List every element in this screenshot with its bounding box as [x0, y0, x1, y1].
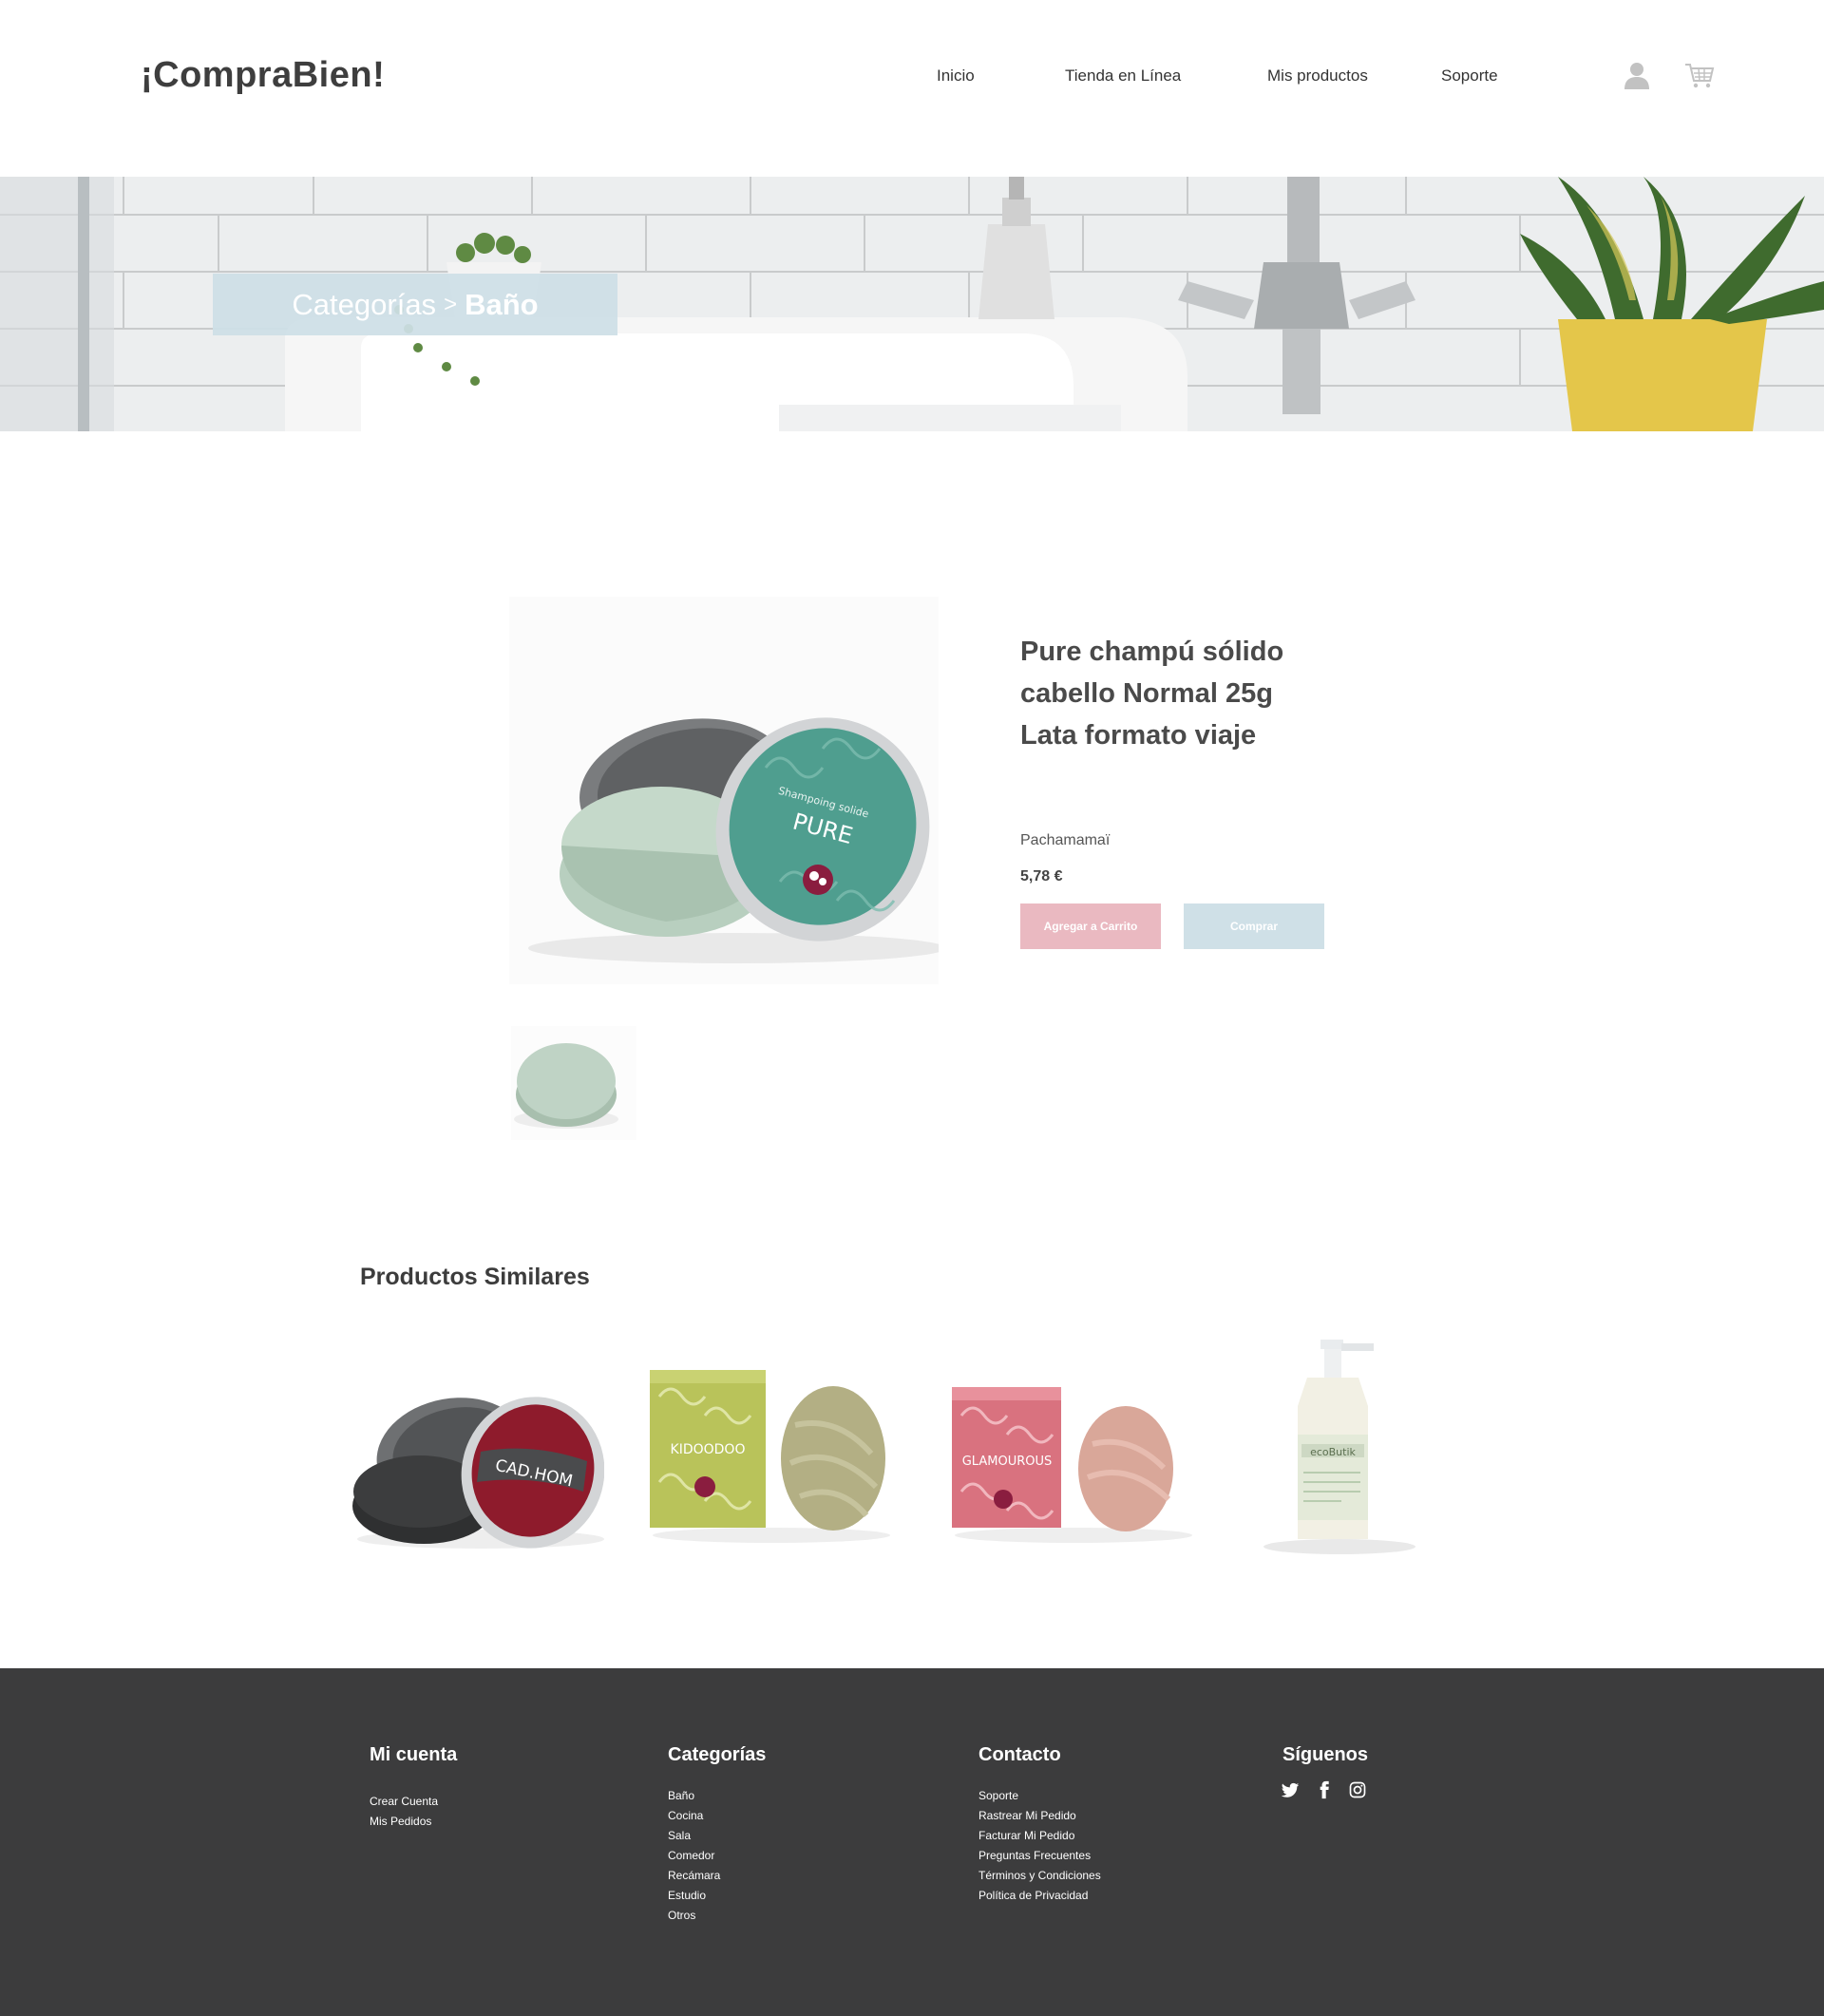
similar-product-card[interactable]: GLAMOUROUS [940, 1340, 1197, 1558]
footer-link-category[interactable]: Recámara [668, 1866, 720, 1886]
twitter-icon[interactable] [1281, 1780, 1300, 1799]
footer-list-categorias: Baño Cocina Sala Comedor Recámara Estudi… [668, 1786, 720, 1926]
buy-button[interactable]: Comprar [1184, 903, 1324, 949]
footer-link-category[interactable]: Baño [668, 1786, 720, 1806]
user-icon[interactable] [1621, 59, 1653, 91]
footer-link-privacidad[interactable]: Política de Privacidad [978, 1886, 1101, 1906]
footer-heading-contacto: Contacto [978, 1744, 1061, 1765]
product-title: Pure champú sólido cabello Normal 25g La… [1020, 631, 1362, 756]
footer-link-soporte[interactable]: Soporte [978, 1786, 1101, 1806]
nav-soporte[interactable]: Soporte [1441, 67, 1498, 86]
nav-inicio[interactable]: Inicio [937, 67, 975, 86]
footer-link-category[interactable]: Cocina [668, 1806, 720, 1826]
footer-link-preguntas-frecuentes[interactable]: Preguntas Frecuentes [978, 1846, 1101, 1866]
product-main-image: Shampoing solide PURE [509, 597, 939, 984]
category-banner: Categorías > Baño [0, 177, 1824, 431]
similar-products-title: Productos Similares [360, 1264, 590, 1290]
similar-product-label: ecoButik [1310, 1446, 1356, 1458]
footer-list-mi-cuenta: Crear Cuenta Mis Pedidos [370, 1792, 438, 1832]
product-title-line: cabello Normal 25g [1020, 678, 1273, 709]
footer-link-terminos[interactable]: Términos y Condiciones [978, 1866, 1101, 1886]
footer-link-mis-pedidos[interactable]: Mis Pedidos [370, 1812, 438, 1832]
footer-heading-siguenos: Síguenos [1282, 1744, 1369, 1765]
product-thumbnail[interactable] [511, 1026, 636, 1140]
breadcrumb: Categorías > Baño [213, 274, 618, 335]
footer-heading-categorias: Categorías [668, 1744, 767, 1765]
nav-tienda-en-linea[interactable]: Tienda en Línea [1065, 67, 1181, 86]
footer-link-rastrear-pedido[interactable]: Rastrear Mi Pedido [978, 1806, 1101, 1826]
footer-link-category[interactable]: Comedor [668, 1846, 720, 1866]
similar-product-card[interactable]: KIDOODOO [638, 1340, 895, 1558]
footer-heading-mi-cuenta: Mi cuenta [370, 1744, 458, 1765]
similar-product-card[interactable]: CAD.HOM [348, 1340, 604, 1558]
similar-product-label: KIDOODOO [671, 1442, 746, 1457]
product-brand: Pachamamaï [1020, 832, 1111, 848]
product-price: 5,78 € [1020, 868, 1063, 884]
site-logo[interactable]: ¡CompraBien! [141, 55, 385, 96]
product-title-line: Lata formato viaje [1020, 720, 1257, 751]
instagram-icon[interactable] [1348, 1780, 1367, 1799]
site-header: ¡CompraBien! Inicio Tienda en Línea Mis … [0, 0, 1824, 177]
similar-product-label: GLAMOUROUS [962, 1455, 1053, 1469]
facebook-icon[interactable] [1315, 1780, 1334, 1799]
footer-link-crear-cuenta[interactable]: Crear Cuenta [370, 1792, 438, 1812]
footer-list-contacto: Soporte Rastrear Mi Pedido Facturar Mi P… [978, 1786, 1101, 1906]
footer-link-category[interactable]: Otros [668, 1906, 720, 1926]
breadcrumb-separator: > [444, 291, 458, 317]
breadcrumb-current: Baño [465, 287, 539, 321]
site-footer: Mi cuenta Crear Cuenta Mis Pedidos Categ… [0, 1668, 1824, 2016]
footer-link-facturar-pedido[interactable]: Facturar Mi Pedido [978, 1826, 1101, 1846]
breadcrumb-parent[interactable]: Categorías [292, 288, 436, 322]
cart-icon[interactable] [1683, 59, 1716, 91]
footer-link-category[interactable]: Estudio [668, 1886, 720, 1906]
nav-mis-productos[interactable]: Mis productos [1267, 67, 1368, 86]
similar-product-card[interactable]: ecoButik [1235, 1340, 1463, 1558]
footer-link-category[interactable]: Sala [668, 1826, 720, 1846]
add-to-cart-button[interactable]: Agregar a Carrito [1020, 903, 1161, 949]
product-title-line: Pure champú sólido [1020, 637, 1284, 667]
